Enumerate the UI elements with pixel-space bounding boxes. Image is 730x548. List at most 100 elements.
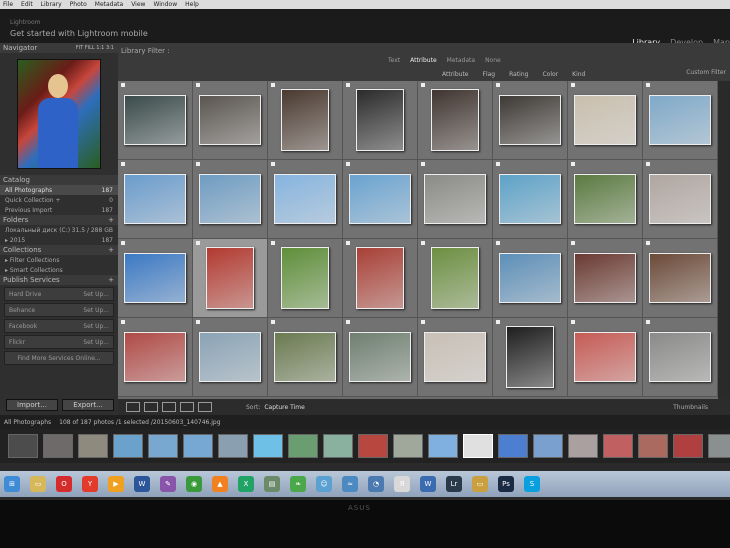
photo-thumbnail[interactable] (506, 326, 554, 388)
filmstrip-thumbnail[interactable] (78, 434, 108, 458)
filmstrip-thumbnail[interactable] (463, 434, 493, 458)
filmstrip-thumbnail[interactable] (183, 434, 213, 458)
word-icon[interactable]: W (134, 476, 150, 492)
grid-cell[interactable] (343, 160, 418, 239)
photo-thumbnail[interactable] (499, 95, 561, 145)
photo-thumbnail[interactable] (274, 174, 336, 224)
grid-cell[interactable] (493, 239, 568, 318)
photo-thumbnail[interactable] (274, 332, 336, 382)
grid-cell[interactable] (193, 81, 268, 160)
cell-badge-icon[interactable] (646, 241, 650, 245)
grid-cell[interactable] (643, 81, 718, 160)
publish-service-behance[interactable]: Behance Set Up... (4, 303, 114, 317)
cell-badge-icon[interactable] (496, 83, 500, 87)
cell-badge-icon[interactable] (496, 162, 500, 166)
filmstrip-thumbnail[interactable] (113, 434, 143, 458)
photo-thumbnail[interactable] (649, 253, 711, 303)
photo-thumbnail[interactable] (199, 332, 261, 382)
import-button[interactable]: Import... (6, 399, 58, 411)
cell-badge-icon[interactable] (121, 83, 125, 87)
cell-badge-icon[interactable] (196, 162, 200, 166)
compare-view-icon[interactable] (162, 402, 176, 412)
grid-cell[interactable] (268, 239, 343, 318)
menu-item-window[interactable]: Window (153, 1, 177, 8)
photo-thumbnail[interactable] (431, 247, 479, 309)
photo-thumbnail[interactable] (649, 332, 711, 382)
cell-badge-icon[interactable] (421, 241, 425, 245)
filter-attr-color[interactable]: Color (542, 71, 558, 78)
menu-item-view[interactable]: View (131, 1, 145, 8)
grid-cell[interactable] (568, 160, 643, 239)
grid-view-icon[interactable] (126, 402, 140, 412)
filter-tab-attribute[interactable]: Attribute (410, 57, 437, 64)
grid-cell[interactable] (418, 160, 493, 239)
folder-item[interactable]: ▸ 2015 187 (0, 235, 118, 245)
printer-icon[interactable]: ▤ (264, 476, 280, 492)
cell-badge-icon[interactable] (271, 320, 275, 324)
grid-cell[interactable] (118, 160, 193, 239)
grid-cell[interactable] (343, 318, 418, 397)
filmstrip-thumbnail[interactable] (358, 434, 388, 458)
photo-thumbnail[interactable] (199, 95, 261, 145)
grid-cell[interactable] (493, 160, 568, 239)
opera-icon[interactable]: O (56, 476, 72, 492)
chrome-icon[interactable]: ◉ (186, 476, 202, 492)
photo-thumbnail[interactable] (499, 174, 561, 224)
photo-thumbnail[interactable] (349, 174, 411, 224)
cell-badge-icon[interactable] (121, 162, 125, 166)
grid-cell[interactable] (568, 318, 643, 397)
cell-badge-icon[interactable] (121, 241, 125, 245)
photo-thumbnail[interactable] (124, 95, 186, 145)
cell-badge-icon[interactable] (571, 241, 575, 245)
catalog-item[interactable]: Quick Collection + 0 (0, 195, 118, 205)
publish-setup-button[interactable]: Set Up... (83, 291, 109, 298)
skype-icon[interactable]: S (524, 476, 540, 492)
grid-cell[interactable] (193, 160, 268, 239)
yandex-browser-icon[interactable]: Я (394, 476, 410, 492)
cell-badge-icon[interactable] (571, 83, 575, 87)
collection-item[interactable]: ▸ Filter Collections (0, 255, 118, 265)
catalog-item[interactable]: Previous Import 187 (0, 205, 118, 215)
collections-header[interactable]: Collections + (0, 245, 118, 255)
filmstrip-thumbnail[interactable] (218, 434, 248, 458)
grid-cell[interactable] (118, 318, 193, 397)
filmstrip-thumbnail[interactable] (533, 434, 563, 458)
cell-badge-icon[interactable] (271, 241, 275, 245)
publish-setup-button[interactable]: Set Up... (83, 323, 109, 330)
survey-view-icon[interactable] (180, 402, 194, 412)
people-view-icon[interactable] (198, 402, 212, 412)
grid-cell[interactable] (493, 318, 568, 397)
filter-attr-rating[interactable]: Rating (509, 71, 528, 78)
filmstrip-thumbnail[interactable] (428, 434, 458, 458)
photo-thumbnail[interactable] (431, 89, 479, 151)
drive-row[interactable]: Локальный диск (C:) 31.5 / 288 GB (0, 225, 118, 235)
grid-cell[interactable] (343, 81, 418, 160)
excel-icon[interactable]: X (238, 476, 254, 492)
folders-header[interactable]: Folders + (0, 215, 118, 225)
photo-thumbnail[interactable] (281, 247, 329, 309)
publish-service-hard-drive[interactable]: Hard Drive Set Up... (4, 287, 114, 301)
loupe-view-icon[interactable] (144, 402, 158, 412)
cell-badge-icon[interactable] (646, 320, 650, 324)
filter-attr-flag[interactable]: Flag (483, 71, 496, 78)
filmstrip-thumbnail[interactable] (603, 434, 633, 458)
cell-badge-icon[interactable] (421, 320, 425, 324)
menu-item-photo[interactable]: Photo (70, 1, 87, 8)
grid-cell[interactable] (643, 239, 718, 318)
add-collection-icon[interactable]: + (108, 246, 114, 254)
filter-tab-none[interactable]: None (485, 57, 501, 64)
filmstrip-thumbnail[interactable] (568, 434, 598, 458)
leaf-icon[interactable]: ❧ (290, 476, 306, 492)
folder-icon[interactable]: ▭ (30, 476, 46, 492)
grid-cell[interactable] (343, 239, 418, 318)
photo-thumbnail[interactable] (124, 174, 186, 224)
grid-cell[interactable] (268, 160, 343, 239)
cell-badge-icon[interactable] (346, 162, 350, 166)
grid-cell[interactable] (643, 318, 718, 397)
cell-badge-icon[interactable] (571, 320, 575, 324)
publish-service-flickr[interactable]: Flickr Set Up... (4, 335, 114, 349)
thumbnail-size-label[interactable]: Thumbnails (673, 404, 708, 411)
paint-icon[interactable]: ✎ (160, 476, 176, 492)
export-button[interactable]: Export... (62, 399, 114, 411)
filmstrip-thumbnail[interactable] (288, 434, 318, 458)
